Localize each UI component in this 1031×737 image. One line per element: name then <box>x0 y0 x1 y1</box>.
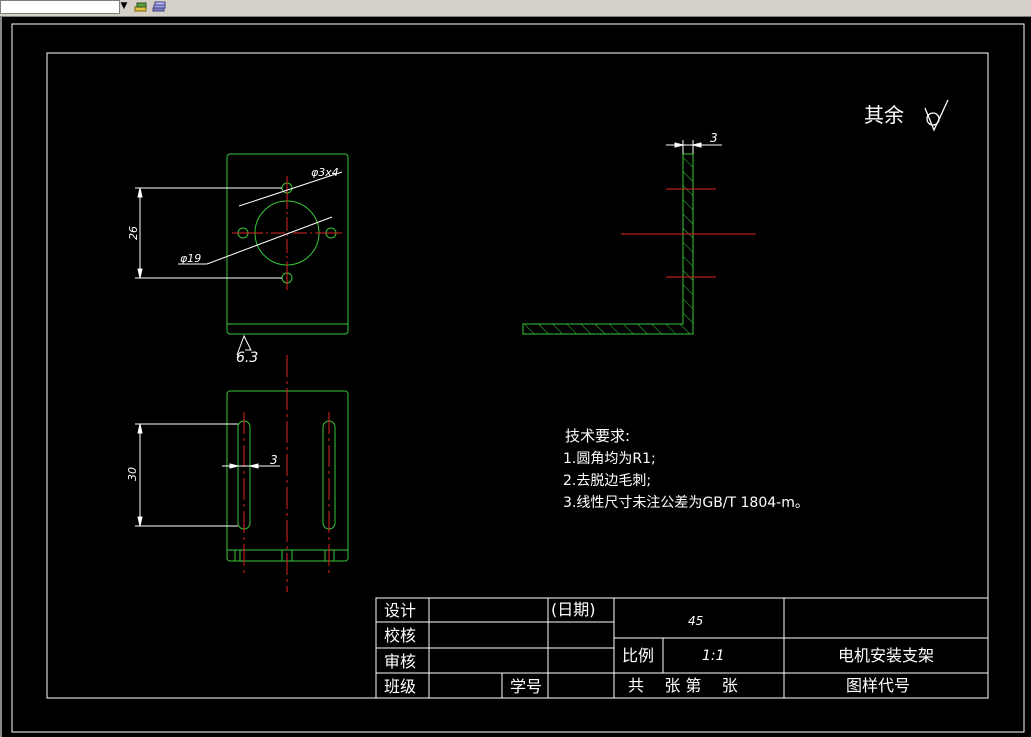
drawing-canvas[interactable]: 其余 26 φ3x4 φ19 6.3 30 3 3 技术要求: 1.圆角均为R1… <box>0 17 1031 737</box>
dim-hole-small: φ3x4 <box>311 166 339 179</box>
layer-state-icon[interactable] <box>134 1 148 13</box>
tb-scale-label: 比例 <box>622 646 654 665</box>
tech-item: 1.圆角均为R1; <box>563 451 656 467</box>
tech-title: 技术要求: <box>565 427 630 445</box>
dim-thickness: 3 <box>710 131 718 145</box>
surface-finish-note: 其余 <box>864 103 904 127</box>
tb-sheets: 共 张 第 张 <box>628 676 738 695</box>
surface-finish-value: 6.3 <box>236 350 258 366</box>
roughness-symbol-icon <box>924 99 949 132</box>
drawing-border <box>46 52 989 699</box>
front-view: 30 3 <box>126 355 349 592</box>
tech-item: 2.去脱边毛刺; <box>563 473 651 489</box>
tb-drawing-code: 图样代号 <box>846 676 910 695</box>
tb-design: 设计 <box>384 601 416 620</box>
side-view: 3 <box>522 131 756 335</box>
tb-student-no: 学号 <box>510 677 542 696</box>
chevron-down-icon[interactable]: ▼ <box>118 0 130 12</box>
layer-combo[interactable] <box>0 0 120 14</box>
top-view: 26 φ3x4 φ19 6.3 <box>127 153 349 366</box>
dim-hole-large: φ19 <box>180 252 201 265</box>
tb-material: 45 <box>688 614 703 628</box>
dim-height-top: 26 <box>127 226 140 240</box>
layer-properties-icon[interactable] <box>152 1 166 13</box>
toolbar: ▼ <box>0 0 1031 17</box>
tb-class: 班级 <box>384 677 416 696</box>
tb-date: (日期) <box>551 600 596 619</box>
tb-review: 审核 <box>384 652 416 671</box>
tb-part-name: 电机安装支架 <box>838 646 934 665</box>
technical-requirements: 技术要求: 1.圆角均为R1; 2.去脱边毛刺; 3.线性尺寸未注公差为GB/T… <box>563 427 809 511</box>
tb-scale-value: 1:1 <box>702 648 725 664</box>
dim-height-bottom: 30 <box>126 467 139 481</box>
tb-check: 校核 <box>384 626 416 645</box>
outer-frame <box>11 23 1025 733</box>
dim-slot-width: 3 <box>270 453 278 467</box>
cad-drawing: 其余 26 φ3x4 φ19 6.3 30 3 3 技术要求: 1.圆角均为R1… <box>11 23 1025 733</box>
tech-item: 3.线性尺寸未注公差为GB/T 1804-m。 <box>563 495 809 511</box>
